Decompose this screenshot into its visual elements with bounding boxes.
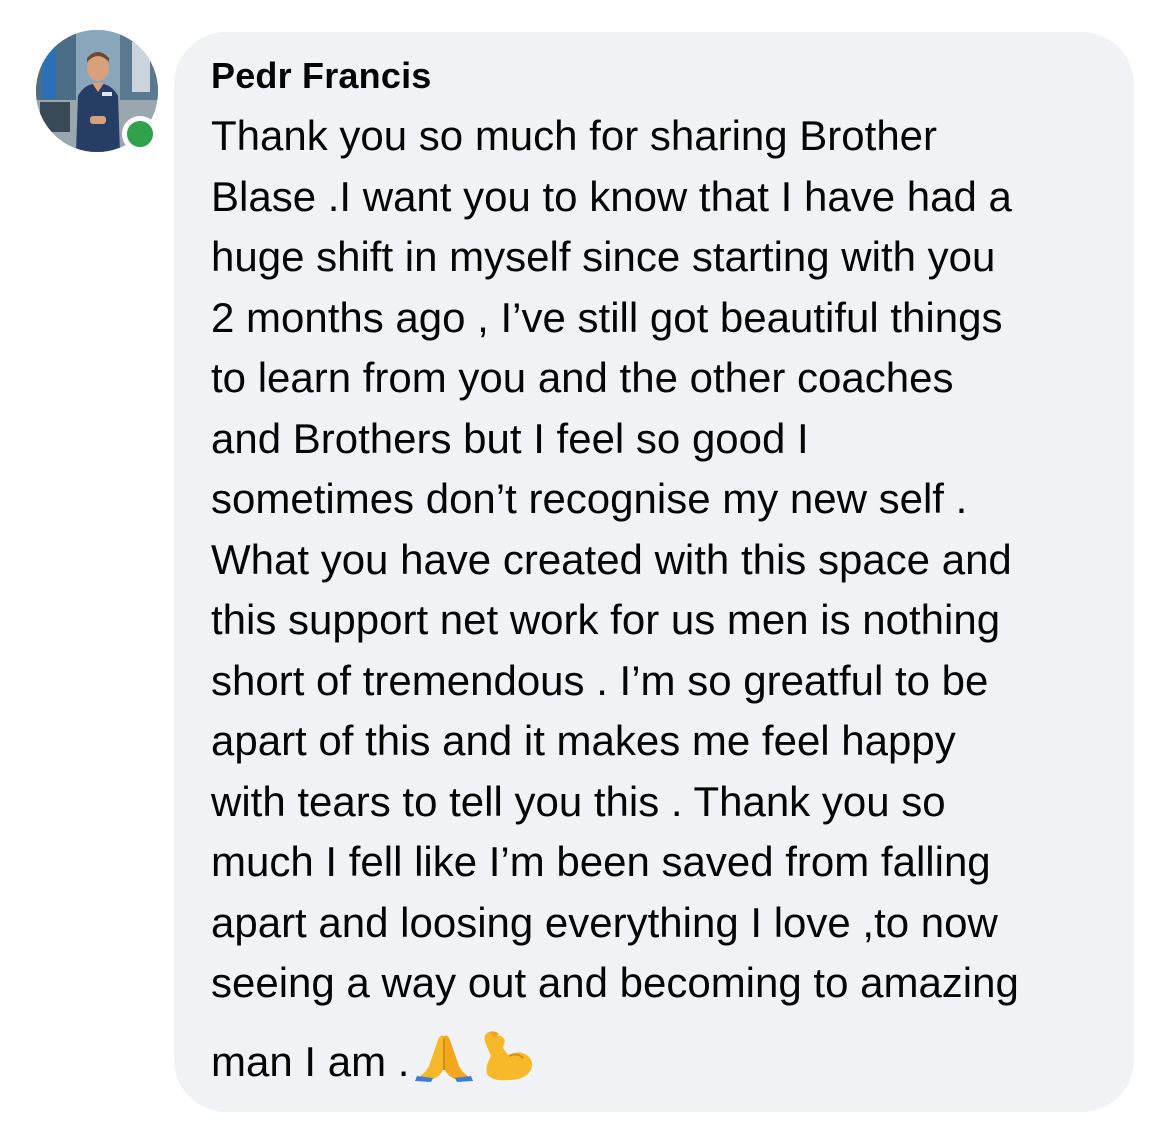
comment-line: seeing a way out and becoming to amazing: [211, 959, 1019, 1006]
comment-line: with tears to tell you this . Thank you …: [211, 777, 946, 825]
comment-line: short of tremendous . I’m so greatful to…: [211, 656, 989, 704]
comment-line: much I fell like I’m been saved from fal…: [211, 838, 991, 885]
comment-line: sometimes don’t recognise my new self .: [211, 475, 968, 522]
comment-author-name[interactable]: Pedr Francis: [211, 56, 1104, 96]
comment-bubble: Pedr Francis Thank you so much for shari…: [174, 32, 1134, 1112]
comment-body: Thank you so much for sharing Brother Bl…: [211, 106, 1104, 1098]
comment-line: man I am .: [211, 1037, 410, 1085]
comment-line: this support net work for us men is noth…: [211, 596, 1001, 643]
comment-line: What you have created with this space an…: [211, 535, 1012, 583]
comment-line: Blase .I want you to know that I have ha…: [211, 172, 1012, 220]
author-avatar-container[interactable]: [36, 30, 158, 152]
comment-line: 2 months ago , I’ve still got beautiful …: [211, 293, 1003, 341]
folded-hands-icon: [415, 1030, 474, 1099]
comment-line: apart of this and it makes me feel happy: [211, 717, 956, 764]
comment-line: huge shift in myself since starting with…: [211, 233, 996, 280]
flexed-biceps-icon: [479, 1030, 535, 1099]
comment-last-line: man I am .: [211, 1030, 1104, 1099]
comment-line: and Brothers but I feel so good I: [211, 414, 809, 462]
comment-line: apart and loosing everything I love ,to …: [211, 898, 998, 946]
comment-line: Thank you so much for sharing Brother: [211, 112, 938, 159]
comment-line: to learn from you and the other coaches: [211, 354, 954, 401]
online-status-indicator: [122, 116, 158, 152]
